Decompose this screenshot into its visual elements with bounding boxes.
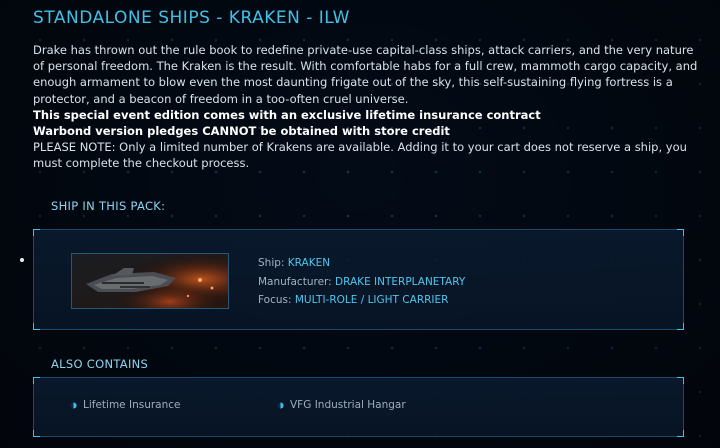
- focus-row: Focus: MULTI-ROLE / LIGHT CARRIER: [258, 291, 465, 310]
- also-contains-panel: Lifetime Insurance VFG Industrial Hangar: [33, 377, 684, 437]
- limited-note: PLEASE NOTE: Only a limited number of Kr…: [33, 140, 687, 171]
- description-block: Drake has thrown out the rule book to re…: [33, 42, 705, 172]
- contains-item: Lifetime Insurance: [70, 399, 181, 411]
- corner-accent: [677, 229, 684, 236]
- page-title: STANDALONE SHIPS - KRAKEN - ILW: [33, 8, 350, 28]
- corner-accent: [677, 377, 684, 384]
- corner-accent: [33, 377, 40, 384]
- focus-label: Focus:: [258, 294, 292, 306]
- ship-section-label: SHIP IN THIS PACK:: [51, 199, 166, 213]
- ship-name-row: Ship: KRAKEN: [258, 254, 465, 273]
- manufacturer-label: Manufacturer:: [258, 275, 332, 288]
- ship-name-value: KRAKEN: [287, 257, 331, 269]
- manufacturer-value: DRAKE INTERPLANETARY: [335, 275, 466, 288]
- also-contains-label: ALSO CONTAINS: [51, 357, 149, 371]
- ship-panel: Ship: KRAKEN Manufacturer: DRAKE INTERPL…: [33, 229, 684, 330]
- bullet-icon: [70, 401, 77, 409]
- corner-accent: [677, 430, 684, 437]
- ship-name-label: Ship:: [258, 257, 285, 269]
- insurance-note: This special event edition comes with an…: [33, 107, 541, 122]
- bullet-icon: [277, 401, 284, 409]
- ship-thumbnail[interactable]: [71, 253, 229, 309]
- corner-accent: [33, 430, 40, 437]
- ship-info: Ship: KRAKEN Manufacturer: DRAKE INTERPL…: [258, 254, 465, 310]
- contains-item: VFG Industrial Hangar: [277, 399, 406, 411]
- carousel-dot[interactable]: [20, 258, 24, 262]
- contains-item-label: Lifetime Insurance: [83, 399, 181, 411]
- corner-accent: [33, 229, 40, 236]
- corner-accent: [33, 323, 40, 330]
- corner-accent: [677, 323, 684, 330]
- contains-item-label: VFG Industrial Hangar: [290, 399, 406, 411]
- manufacturer-row: Manufacturer: DRAKE INTERPLANETARY: [258, 273, 465, 292]
- description-text: Drake has thrown out the rule book to re…: [33, 43, 698, 106]
- warbond-note: Warbond version pledges CANNOT be obtain…: [33, 124, 450, 139]
- focus-value: MULTI-ROLE / LIGHT CARRIER: [294, 294, 449, 306]
